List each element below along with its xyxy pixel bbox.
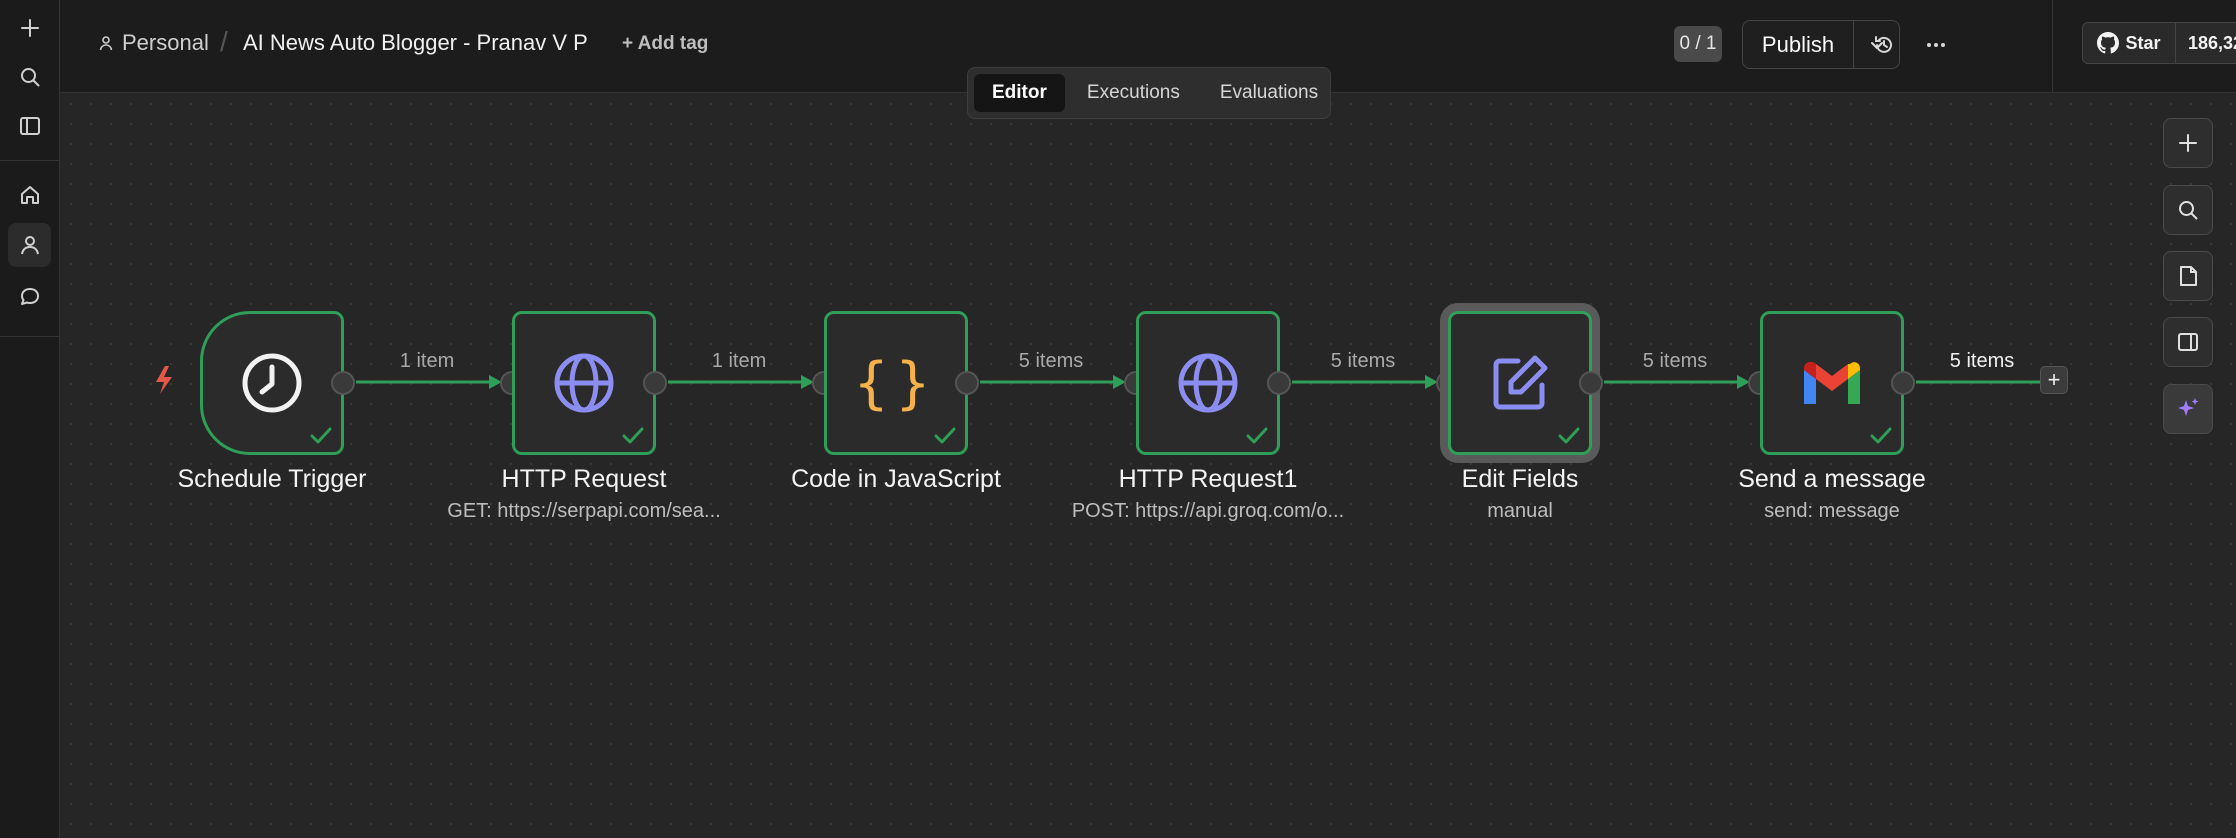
output-handle[interactable] <box>1891 371 1915 395</box>
success-check-icon <box>310 427 332 444</box>
globe-icon <box>554 353 614 413</box>
node-edit-fields[interactable] <box>1448 311 1592 455</box>
edge-label: 5 items <box>1949 350 2015 372</box>
tab-editor[interactable]: Editor <box>974 74 1065 112</box>
output-handle[interactable] <box>331 371 355 395</box>
success-check-icon <box>1558 427 1580 444</box>
node-title: HTTP Request <box>501 465 667 493</box>
pencil-edit-icon <box>1493 355 1548 410</box>
node-subtitle: GET: https://serpapi.com/sea... <box>447 500 721 522</box>
gmail-icon <box>1804 361 1860 404</box>
clock-icon <box>242 353 302 413</box>
node-subtitle: send: message <box>1764 500 1900 522</box>
node-send-message[interactable] <box>1760 311 1904 455</box>
node-title: HTTP Request1 <box>1118 465 1298 493</box>
globe-icon <box>1178 353 1238 413</box>
node-schedule-trigger[interactable] <box>200 311 344 455</box>
edge-label: 1 item <box>399 350 455 372</box>
success-check-icon <box>1246 427 1268 444</box>
node-title: Edit Fields <box>1461 465 1579 493</box>
node-http-request1[interactable] <box>1136 311 1280 455</box>
success-check-icon <box>622 427 644 444</box>
output-handle[interactable] <box>1579 371 1603 395</box>
output-handle[interactable] <box>955 371 979 395</box>
node-title: Code in JavaScript <box>791 465 1001 493</box>
node-http-request[interactable] <box>512 311 656 455</box>
edge-label: 5 items <box>1642 350 1708 372</box>
success-check-icon <box>1870 427 1892 444</box>
view-tabs: Editor Executions Evaluations <box>967 67 1331 119</box>
output-handle[interactable] <box>1267 371 1291 395</box>
tab-evaluations[interactable]: Evaluations <box>1202 74 1336 112</box>
edge-label: 1 item <box>711 350 767 372</box>
code-braces-icon: {} <box>854 350 938 416</box>
trigger-bolt-icon <box>156 366 172 394</box>
success-check-icon <box>934 427 956 444</box>
node-title: Send a message <box>1738 465 1926 493</box>
node-code-javascript[interactable]: {} <box>824 311 968 455</box>
node-subtitle: POST: https://api.groq.com/o... <box>1071 500 1345 522</box>
add-next-node-button[interactable]: + <box>2040 366 2068 394</box>
node-subtitle: manual <box>1487 500 1553 522</box>
output-handle[interactable] <box>643 371 667 395</box>
node-title: Schedule Trigger <box>177 465 367 493</box>
tab-executions[interactable]: Executions <box>1069 74 1198 112</box>
edge-label: 5 items <box>1018 350 1084 372</box>
edge-label: 5 items <box>1330 350 1396 372</box>
